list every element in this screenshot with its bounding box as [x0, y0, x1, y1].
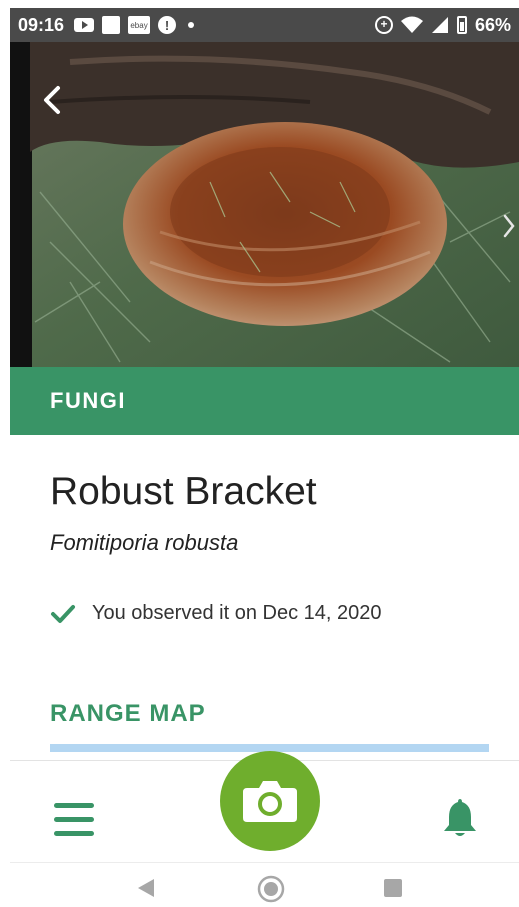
square-icon	[102, 16, 121, 34]
species-photo[interactable]	[10, 42, 519, 367]
status-bar: 09:16 ebay ! + 66%	[10, 8, 519, 42]
observation-text: You observed it on Dec 14, 2020	[92, 602, 382, 624]
nav-home-icon[interactable]	[257, 875, 285, 903]
observation-status: You observed it on Dec 14, 2020	[50, 602, 381, 625]
signal-icon	[431, 17, 448, 33]
category-band: FUNGI	[10, 367, 519, 435]
sync-icon: +	[374, 16, 393, 34]
youtube-icon	[74, 18, 95, 32]
android-nav-bar	[10, 862, 519, 907]
next-arrow-icon[interactable]	[501, 212, 517, 240]
battery-percent: 66%	[474, 14, 511, 35]
category-label: FUNGI	[50, 388, 126, 413]
camera-icon	[243, 781, 297, 822]
bottom-nav	[10, 751, 519, 862]
ebay-icon: ebay	[128, 16, 151, 34]
dot-icon	[188, 22, 195, 28]
check-icon	[51, 604, 75, 623]
range-map-heading: RANGE MAP	[50, 700, 206, 727]
status-time: 09:16	[18, 14, 65, 35]
bell-icon[interactable]	[438, 795, 482, 839]
alert-icon: !	[158, 16, 177, 34]
fungus-photo-illustration	[10, 42, 519, 367]
wifi-icon	[400, 16, 423, 33]
status-right: + 66%	[374, 14, 511, 36]
back-arrow-icon[interactable]	[36, 82, 72, 118]
species-common-name: Robust Bracket	[50, 470, 317, 513]
camera-button[interactable]	[220, 751, 320, 851]
app-screen: 09:16 ebay ! + 66% FUNGI Robust Bracket …	[10, 8, 519, 907]
species-scientific-name: Fomitiporia robusta	[50, 530, 239, 555]
battery-icon	[456, 16, 467, 34]
nav-recents-icon[interactable]	[384, 879, 402, 897]
nav-back-icon[interactable]	[136, 877, 156, 899]
menu-icon[interactable]	[54, 803, 94, 837]
